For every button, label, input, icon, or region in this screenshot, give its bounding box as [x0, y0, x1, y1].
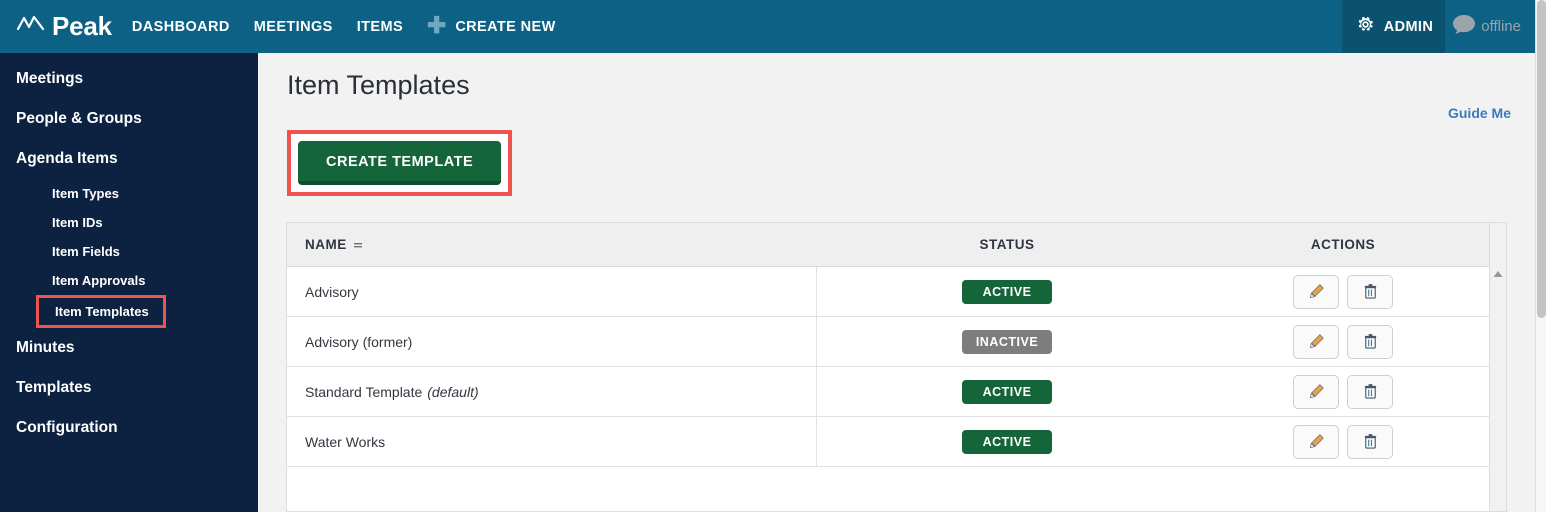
edit-template-button[interactable]: [1293, 374, 1339, 409]
column-header-actions: ACTIONS: [1310, 237, 1376, 252]
column-header-name[interactable]: NAME: [287, 237, 817, 252]
delete-template-button[interactable]: [1347, 374, 1393, 409]
create-new-label: CREATE NEW: [455, 18, 556, 35]
nav-item-meetings[interactable]: MEETINGS: [254, 19, 333, 35]
template-status-cell: ACTIVE: [817, 267, 1197, 316]
admin-menu-button[interactable]: ADMIN: [1341, 0, 1446, 53]
table-row: Water Works ACTIVE: [287, 417, 1489, 467]
gear-icon: [1356, 15, 1375, 39]
template-name-cell: Standard Template (default): [287, 367, 817, 416]
table-row: Advisory (former) INACTIVE: [287, 317, 1489, 367]
sidebar-navigation: Meetings People & Groups Agenda Items It…: [0, 53, 258, 512]
table-row: Advisory ACTIVE: [287, 267, 1489, 317]
status-badge: INACTIVE: [962, 329, 1052, 354]
status-badge: ACTIVE: [962, 379, 1052, 404]
template-actions-cell: [1197, 267, 1489, 316]
app-window: Peak DASHBOARD MEETINGS ITEMS ✚ CREATE N…: [0, 0, 1546, 512]
template-name: Standard Template: [305, 383, 423, 400]
edit-template-button[interactable]: [1293, 274, 1339, 309]
template-status-cell: INACTIVE: [817, 317, 1197, 366]
template-default-tag: (default): [427, 383, 479, 400]
nav-item-items[interactable]: ITEMS: [357, 19, 403, 35]
template-actions-cell: [1197, 367, 1489, 416]
template-name-cell: Advisory: [287, 267, 817, 316]
template-status-cell: ACTIVE: [817, 417, 1197, 466]
main-content: Item Templates Guide Me CREATE TEMPLATE …: [258, 53, 1535, 512]
sidebar-item-item-approvals[interactable]: Item Approvals: [0, 266, 258, 295]
primary-nav: DASHBOARD MEETINGS ITEMS ✚ CREATE NEW: [132, 12, 556, 38]
app-logo[interactable]: Peak: [16, 11, 112, 42]
top-navigation-bar: Peak DASHBOARD MEETINGS ITEMS ✚ CREATE N…: [0, 0, 1535, 53]
template-actions-cell: [1197, 317, 1489, 366]
status-badge: ACTIVE: [962, 279, 1052, 304]
create-template-button[interactable]: CREATE TEMPLATE: [298, 141, 502, 185]
logo-text: Peak: [52, 11, 112, 41]
table-row: Standard Template (default) ACTIVE: [287, 367, 1489, 417]
page-scrollbar-thumb[interactable]: [1537, 0, 1546, 318]
admin-label: ADMIN: [1383, 18, 1434, 35]
template-name-cell: Water Works: [287, 417, 817, 466]
delete-template-button[interactable]: [1347, 424, 1393, 459]
chat-bubble-icon: [1451, 13, 1477, 40]
delete-template-button[interactable]: [1347, 274, 1393, 309]
edit-template-button[interactable]: [1293, 324, 1339, 359]
sidebar-item-item-fields[interactable]: Item Fields: [0, 237, 258, 266]
sidebar-item-templates[interactable]: Templates: [0, 368, 258, 408]
template-name: Water Works: [305, 433, 386, 450]
table-body-area: NAME STATUS ACTIONS Advisory ACTIVE Advi…: [287, 223, 1489, 511]
zigzag-peak-icon: [16, 13, 46, 40]
create-new-button[interactable]: ✚ CREATE NEW: [427, 12, 556, 38]
template-name: Advisory (former): [305, 333, 413, 350]
header-right-section: ADMIN offline: [1341, 0, 1535, 53]
status-badge: ACTIVE: [962, 429, 1052, 454]
plus-icon: ✚: [427, 12, 447, 38]
scroll-up-arrow-icon[interactable]: [1493, 270, 1504, 278]
column-header-name-label: NAME: [305, 237, 347, 252]
sidebar-item-people-groups[interactable]: People & Groups: [0, 99, 258, 139]
template-status-cell: ACTIVE: [817, 367, 1197, 416]
delete-template-button[interactable]: [1347, 324, 1393, 359]
page-title: Item Templates: [287, 70, 470, 100]
sidebar-item-meetings[interactable]: Meetings: [0, 59, 258, 99]
nav-item-dashboard[interactable]: DASHBOARD: [132, 19, 230, 35]
sidebar-item-item-types[interactable]: Item Types: [0, 179, 258, 208]
chat-status-button[interactable]: offline: [1445, 0, 1535, 53]
template-name-cell: Advisory (former): [287, 317, 817, 366]
sidebar-item-item-templates[interactable]: Item Templates: [36, 295, 166, 328]
table-scrollbar[interactable]: [1489, 223, 1506, 511]
edit-template-button[interactable]: [1293, 424, 1339, 459]
sidebar-item-minutes[interactable]: Minutes: [0, 328, 258, 368]
table-header-row: NAME STATUS ACTIONS: [287, 223, 1489, 267]
status-label: offline: [1481, 18, 1521, 35]
sidebar-item-agenda-items[interactable]: Agenda Items: [0, 139, 258, 179]
template-name: Advisory: [305, 283, 359, 300]
template-actions-cell: [1197, 417, 1489, 466]
sidebar-item-configuration[interactable]: Configuration: [0, 408, 258, 448]
column-header-status[interactable]: STATUS: [817, 237, 1197, 252]
create-template-annotation: CREATE TEMPLATE: [287, 130, 513, 196]
templates-table: NAME STATUS ACTIONS Advisory ACTIVE Advi…: [286, 222, 1507, 512]
sort-icon: [353, 240, 363, 250]
page-scrollbar[interactable]: [1535, 0, 1546, 512]
sidebar-item-item-ids[interactable]: Item IDs: [0, 208, 258, 237]
guide-me-link[interactable]: Guide Me: [1448, 105, 1511, 121]
